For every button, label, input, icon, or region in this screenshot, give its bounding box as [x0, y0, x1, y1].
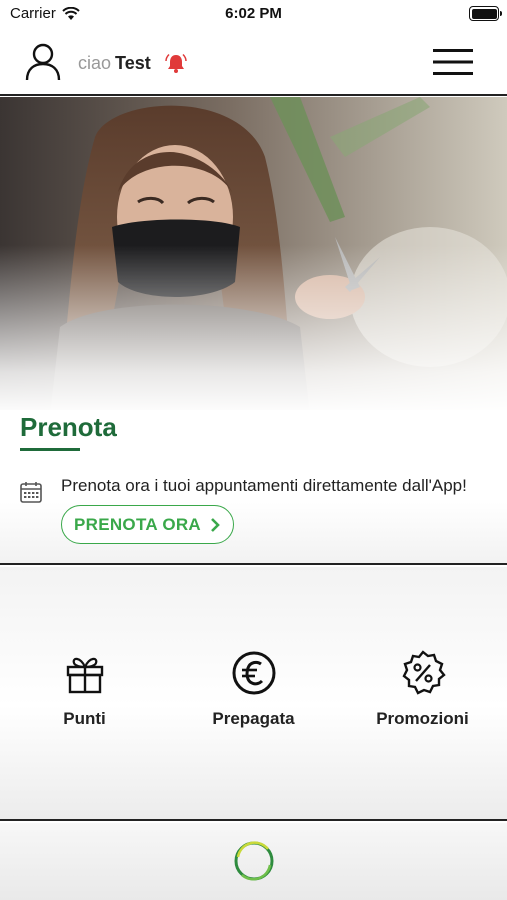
user-icon[interactable]	[24, 42, 62, 82]
chevron-right-icon	[211, 517, 220, 532]
greeting-prefix: ciao	[78, 53, 112, 73]
feature-label-punti: Punti	[63, 709, 106, 728]
booking-title: Prenota	[20, 412, 117, 442]
booking-card: Prenota Prenota ora i tuoi appuntamenti …	[0, 410, 507, 565]
feature-label-promozioni: Promozioni	[376, 709, 469, 728]
notification-bell-icon[interactable]	[165, 52, 187, 74]
features-section: Punti Prepagata Promozioni	[0, 567, 507, 821]
brand-logo-icon[interactable]	[232, 839, 276, 883]
greeting: ciao Test	[78, 53, 151, 74]
gift-icon	[66, 657, 103, 694]
feature-label-prepagata: Prepagata	[212, 709, 295, 728]
hero-image	[0, 97, 507, 415]
booking-description: Prenota ora i tuoi appuntamenti direttam…	[61, 476, 467, 495]
feature-promozioni[interactable]: Promozioni	[338, 649, 507, 729]
feature-prepagata[interactable]: Prepagata	[169, 649, 338, 729]
bottom-bar	[0, 823, 507, 900]
username: Test	[115, 53, 151, 73]
book-now-label: PRENOTA ORA	[73, 514, 202, 534]
feature-punti[interactable]: Punti	[0, 649, 169, 729]
discount-badge-icon	[401, 650, 446, 695]
title-underline	[20, 448, 80, 451]
battery-icon	[469, 6, 502, 21]
calendar-icon	[20, 482, 42, 503]
book-now-button[interactable]: PRENOTA ORA	[61, 505, 234, 544]
app-header: ciao Test	[0, 28, 507, 96]
hamburger-menu-icon[interactable]	[433, 48, 473, 76]
status-bar: Carrier 6:02 PM	[0, 0, 507, 28]
euro-icon	[232, 651, 275, 695]
status-time: 6:02 PM	[225, 5, 282, 22]
